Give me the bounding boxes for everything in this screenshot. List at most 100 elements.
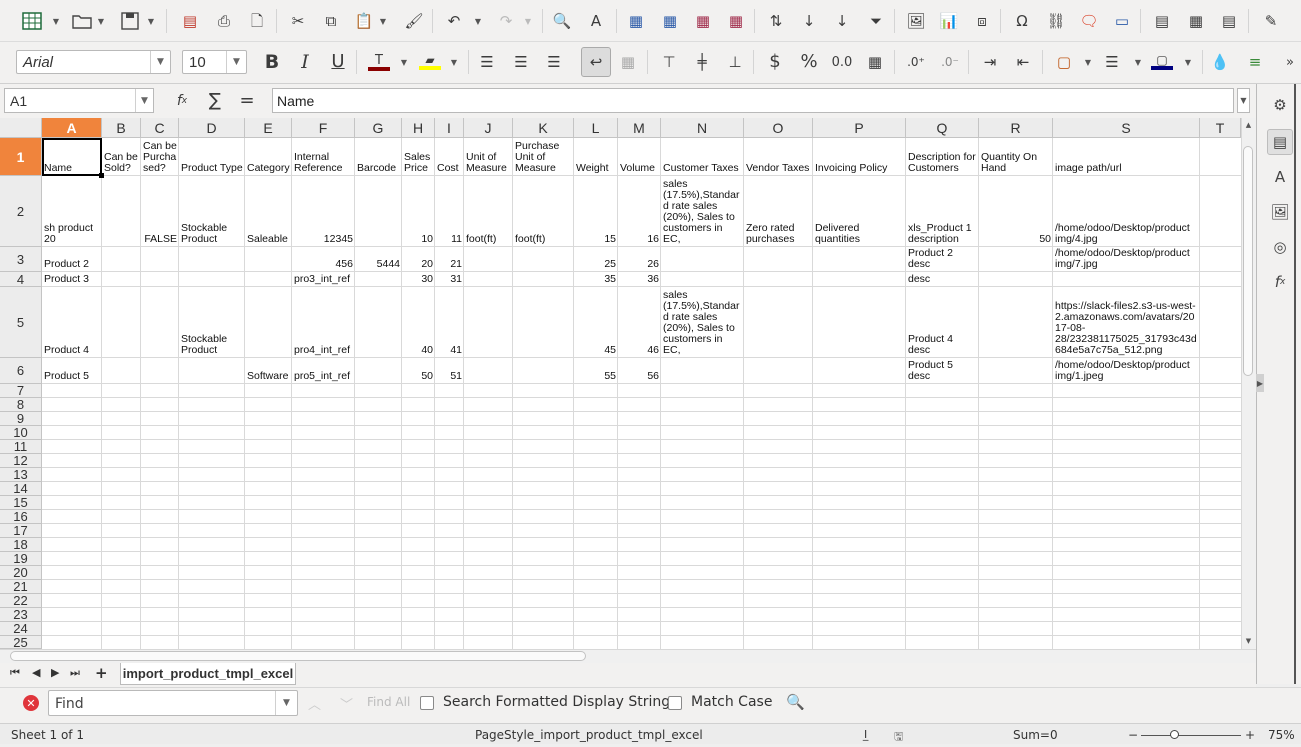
row-header-5[interactable]: 5: [0, 287, 42, 358]
column-header-t[interactable]: T: [1200, 118, 1241, 138]
cell-d2[interactable]: Stockable Product: [179, 176, 245, 246]
zoom-slider-knob[interactable]: [1170, 730, 1179, 739]
zoom-level[interactable]: 75%: [1268, 728, 1295, 742]
row-header-25[interactable]: 25: [0, 635, 42, 650]
wrap-text-icon[interactable]: ↩: [581, 47, 611, 77]
row-header-7[interactable]: 7: [0, 383, 42, 398]
special-character-icon[interactable]: Ω: [1010, 9, 1034, 33]
cell-a4[interactable]: Product 3: [42, 272, 102, 286]
sort-icon[interactable]: ⇅: [764, 9, 788, 33]
cell-r2[interactable]: 50: [979, 176, 1053, 246]
copy-icon[interactable]: ⧉: [319, 9, 343, 33]
zoom-out-icon[interactable]: −: [1128, 728, 1138, 742]
row-header-4[interactable]: 4: [0, 272, 42, 287]
styles-icon[interactable]: ≡: [1243, 50, 1267, 74]
cell-f5[interactable]: pro4_int_ref: [292, 287, 355, 357]
column-header-k[interactable]: K: [513, 118, 574, 138]
save-dropdown-icon[interactable]: ▼: [147, 9, 155, 33]
cell-i6[interactable]: 51: [435, 358, 464, 383]
cell-l5[interactable]: 45: [574, 287, 618, 357]
font-color-icon[interactable]: T: [367, 50, 391, 74]
column-header-m[interactable]: M: [618, 118, 661, 138]
cell-f1[interactable]: Internal Reference: [292, 138, 355, 175]
bold-icon[interactable]: B: [260, 50, 284, 74]
row-header-3[interactable]: 3: [0, 247, 42, 272]
cell-b1[interactable]: Can be Sold?: [102, 138, 141, 175]
column-icon[interactable]: ▦: [658, 9, 682, 33]
decrease-indent-icon[interactable]: ⇤: [1011, 50, 1035, 74]
align-center-icon[interactable]: ☰: [509, 50, 533, 74]
clone-formatting-icon[interactable]: 🖌: [402, 9, 426, 33]
find-next-icon[interactable]: ﹀: [340, 694, 353, 713]
cell-q6[interactable]: Product 5 desc: [906, 358, 979, 383]
cell-m2[interactable]: 16: [618, 176, 661, 246]
row-header-1[interactable]: 1: [0, 138, 42, 176]
align-right-icon[interactable]: ☰: [542, 50, 566, 74]
cell-h3[interactable]: 20: [402, 247, 435, 271]
headers-footers-icon[interactable]: ▭: [1110, 9, 1134, 33]
sort-descending-icon[interactable]: ↓: [830, 9, 854, 33]
insert-chart-icon[interactable]: 📊: [937, 9, 961, 33]
chevron-down-icon[interactable]: ▼: [226, 51, 246, 73]
cell-k2[interactable]: foot(ft): [513, 176, 574, 246]
find-replace-dialog-icon[interactable]: 🔍: [786, 693, 805, 711]
cell-s3[interactable]: /home/odoo/Desktop/product img/7.jpg: [1053, 247, 1200, 271]
sidebar-gallery-icon[interactable]: 🖼: [1267, 199, 1293, 225]
expand-formula-bar-icon[interactable]: ▼: [1237, 88, 1250, 113]
delete-decimal-icon[interactable]: .0⁻: [938, 50, 962, 74]
align-top-icon[interactable]: ⊤: [657, 50, 681, 74]
row-header-16[interactable]: 16: [0, 509, 42, 524]
save-icon[interactable]: [118, 9, 142, 33]
next-sheet-icon[interactable]: ▶: [51, 666, 59, 679]
row-header-11[interactable]: 11: [0, 439, 42, 454]
column-header-n[interactable]: N: [661, 118, 744, 138]
font-size-combo[interactable]: 10 ▼: [182, 50, 247, 74]
cell-n1[interactable]: Customer Taxes: [661, 138, 744, 175]
delete-row-icon[interactable]: ▦: [691, 9, 715, 33]
cell-i2[interactable]: 11: [435, 176, 464, 246]
row-header-20[interactable]: 20: [0, 565, 42, 580]
cell-e6[interactable]: Software: [245, 358, 292, 383]
cell-n2[interactable]: Standard rate sales (17.5%),Standard rat…: [661, 176, 744, 246]
show-draw-functions-icon[interactable]: ✎: [1259, 9, 1283, 33]
insert-mode-icon[interactable]: I̲: [864, 728, 867, 741]
merge-center-icon[interactable]: ▦: [616, 50, 640, 74]
find-all-button[interactable]: Find All: [367, 695, 410, 709]
cell-q1[interactable]: Description for Customers: [906, 138, 979, 175]
paste-dropdown-icon[interactable]: ▼: [379, 9, 387, 33]
print-icon[interactable]: ⎙: [212, 9, 236, 33]
last-sheet-icon[interactable]: ⏭: [70, 666, 80, 680]
pivot-table-icon[interactable]: ⧈: [970, 9, 994, 33]
cell-f6[interactable]: pro5_int_ref: [292, 358, 355, 383]
cell-q4[interactable]: Product 3 desc: [906, 272, 979, 286]
cell-s5[interactable]: https://slack-files2.s3-us-west-2.amazon…: [1053, 287, 1200, 357]
cell-n5[interactable]: Standard rate sales (17.5%),Standard rat…: [661, 287, 744, 357]
cell-i3[interactable]: 21: [435, 247, 464, 271]
row-header-22[interactable]: 22: [0, 593, 42, 608]
cell-h4[interactable]: 30: [402, 272, 435, 286]
cell-j1[interactable]: Unit of Measure: [464, 138, 513, 175]
formula-input[interactable]: Name: [272, 88, 1234, 113]
zoom-slider[interactable]: [1141, 735, 1241, 736]
row-header-21[interactable]: 21: [0, 579, 42, 594]
split-window-icon[interactable]: ▤: [1217, 9, 1241, 33]
column-header-p[interactable]: P: [813, 118, 906, 138]
sort-ascending-icon[interactable]: ↓: [797, 9, 821, 33]
cell-q5[interactable]: Product 4 desc: [906, 287, 979, 357]
row-header-2[interactable]: 2: [0, 176, 42, 247]
cell-a5[interactable]: Product 4: [42, 287, 102, 357]
row-header-14[interactable]: 14: [0, 481, 42, 496]
horizontal-scroll-thumb[interactable]: [10, 651, 586, 661]
column-header-c[interactable]: C: [141, 118, 179, 138]
cell-d5[interactable]: Stockable Product: [179, 287, 245, 357]
row-header-19[interactable]: 19: [0, 551, 42, 566]
more-options-icon[interactable]: »: [1278, 50, 1301, 74]
cell-m1[interactable]: Volume: [618, 138, 661, 175]
row-header-17[interactable]: 17: [0, 523, 42, 538]
open-dropdown-icon[interactable]: ▼: [97, 9, 105, 33]
find-input[interactable]: Find ▼: [48, 690, 298, 716]
column-header-i[interactable]: I: [435, 118, 464, 138]
paste-icon[interactable]: 📋: [352, 9, 376, 33]
undo-icon[interactable]: ↶: [442, 9, 466, 33]
previous-sheet-icon[interactable]: ◀: [32, 666, 40, 679]
